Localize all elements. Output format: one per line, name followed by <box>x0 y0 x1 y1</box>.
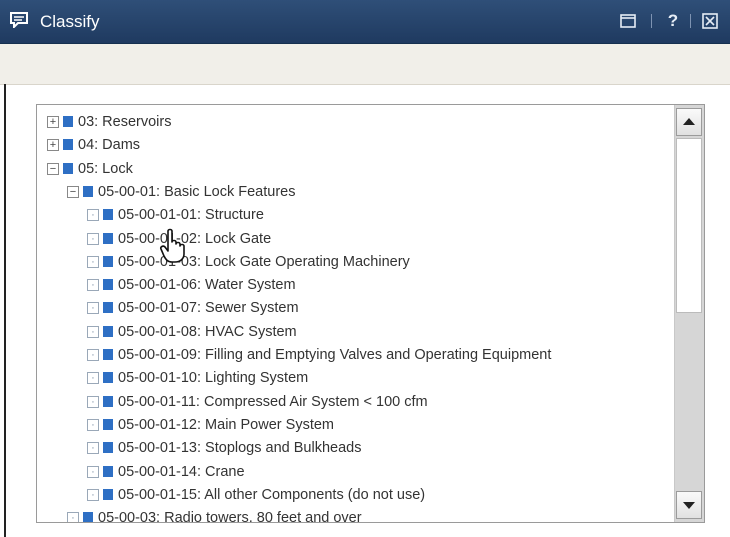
leaf-node-icon: · <box>87 442 99 455</box>
window-title: Classify <box>40 12 100 31</box>
node-type-icon <box>103 279 113 291</box>
tree-item-label[interactable]: 05-00-01-06: Water System <box>118 274 296 296</box>
window-titlebar: Classify ? <box>0 0 730 44</box>
scroll-thumb[interactable] <box>676 138 702 313</box>
tree-item-05-00-01-03[interactable]: · 05-00-01-03: Lock Gate Operating Machin… <box>37 251 674 273</box>
leaf-node-icon: · <box>87 279 99 292</box>
leaf-node-icon: · <box>87 302 99 315</box>
leaf-node-icon: · <box>67 512 79 522</box>
tree-item-05[interactable]: − 05: Lock <box>37 158 674 180</box>
tree-item-label[interactable]: 05-00-01-13: Stoplogs and Bulkheads <box>118 437 361 459</box>
tree-viewport: +03: Reservoirs +04: Dams −05: Lock −05-00-… <box>37 105 674 522</box>
tree-item-05-00-01-09[interactable]: · 05-00-01-09: Filling and Emptying Valve… <box>37 344 674 366</box>
toolbar <box>0 44 730 85</box>
close-icon[interactable] <box>700 10 720 32</box>
node-type-icon <box>103 325 113 337</box>
expand-icon[interactable]: + <box>47 116 59 128</box>
tree-item-label[interactable]: 05-00-01-07: Sewer System <box>118 297 299 319</box>
leaf-node-icon: · <box>87 232 99 245</box>
leaf-node-icon: · <box>87 209 99 222</box>
classification-tree: +03: Reservoirs +04: Dams −05: Lock −05-00-… <box>36 104 705 523</box>
tree-item-05-00-01-10[interactable]: · 05-00-01-10: Lighting System <box>37 367 674 389</box>
tree-item-05-00-01-12[interactable]: · 05-00-01-12: Main Power System <box>37 414 674 436</box>
tree-item-05-00-01-08[interactable]: · 05-00-01-08: HVAC System <box>37 321 674 343</box>
tree-item-04[interactable]: +04: Dams <box>37 134 674 156</box>
leaf-node-icon: · <box>87 465 99 478</box>
node-type-icon <box>103 209 113 221</box>
node-type-icon <box>103 395 113 407</box>
window-controls: ? <box>616 10 726 32</box>
tree-item-05-00-01-01[interactable]: · 05-00-01-01: Structure <box>37 204 674 226</box>
control-divider <box>690 14 691 28</box>
node-type-icon <box>103 488 113 500</box>
tree-item-05-00-01-13[interactable]: · 05-00-01-13: Stoplogs and Bulkheads <box>37 437 674 459</box>
node-type-icon <box>103 349 113 360</box>
node-type-icon <box>63 139 73 151</box>
tree-item-label[interactable]: 05-00-03: Radio towers, 80 feet and over <box>98 507 362 522</box>
chat-icon <box>10 12 28 28</box>
tree-item-05-00-01-14[interactable]: · 05-00-01-14: Crane <box>37 461 674 483</box>
tree-item-label[interactable]: 05-00-01-15: All other Components (do no… <box>118 484 425 506</box>
tree-item-label[interactable]: 05-00-01-09: Filling and Emptying Valves… <box>118 344 551 366</box>
node-type-icon <box>63 162 73 174</box>
tree-item-label[interactable]: 05-00-01-08: HVAC System <box>118 321 297 343</box>
node-type-icon <box>63 116 73 127</box>
tree-item-05-00-01[interactable]: − 05-00-01: Basic Lock Features <box>37 181 674 203</box>
help-icon[interactable]: ? <box>664 10 682 32</box>
node-type-icon <box>103 232 113 244</box>
scroll-up-button[interactable] <box>676 108 702 136</box>
tree-item-label[interactable]: 05-00-01: Basic Lock Features <box>98 181 295 203</box>
node-type-icon <box>103 255 113 267</box>
hand-cursor-icon <box>160 228 185 263</box>
tree-item-03[interactable]: +03: Reservoirs <box>37 111 674 133</box>
tree-item-label[interactable]: 05-00-01-11: Compressed Air System < 100… <box>118 391 428 413</box>
tree-item-label[interactable]: 05-00-01-14: Crane <box>118 461 245 483</box>
tree-item-05-00-01-02[interactable]: · 05-00-01-02: Lock Gate <box>37 228 674 250</box>
tree-item-label[interactable]: 03: Reservoirs <box>78 111 171 133</box>
restore-icon[interactable] <box>618 10 638 32</box>
tree-item-label[interactable]: 04: Dams <box>78 134 140 156</box>
scroll-down-button[interactable] <box>676 491 702 519</box>
control-divider <box>651 14 652 28</box>
tree-item-label[interactable]: 05-00-01-12: Main Power System <box>118 414 334 436</box>
node-type-icon <box>103 372 113 384</box>
leaf-node-icon: · <box>87 255 99 268</box>
vertical-scrollbar[interactable] <box>674 105 704 522</box>
leaf-node-icon: · <box>87 325 99 338</box>
tree-item-05-00-01-06[interactable]: · 05-00-01-06: Water System <box>37 274 674 296</box>
node-type-icon <box>83 185 93 197</box>
tree-item-label[interactable]: 05-00-01-02: Lock Gate <box>118 228 271 250</box>
collapse-icon[interactable]: − <box>67 185 79 198</box>
node-type-icon <box>103 442 113 454</box>
left-border <box>4 84 6 537</box>
leaf-node-icon: · <box>87 349 99 361</box>
tree-item-05-00-03[interactable]: · 05-00-03: Radio towers, 80 feet and ove… <box>37 507 674 522</box>
node-type-icon <box>103 418 113 430</box>
tree-item-05-00-01-15[interactable]: · 05-00-01-15: All other Components (do n… <box>37 484 674 506</box>
expand-icon[interactable]: + <box>47 139 59 152</box>
leaf-node-icon: · <box>87 488 99 501</box>
node-type-icon <box>83 512 93 522</box>
leaf-node-icon: · <box>87 418 99 431</box>
tree-item-label[interactable]: 05: Lock <box>78 158 133 180</box>
node-type-icon <box>103 465 113 477</box>
tree-item-05-00-01-11[interactable]: · 05-00-01-11: Compressed Air System < 10… <box>37 391 674 413</box>
tree-item-05-00-01-07[interactable]: · 05-00-01-07: Sewer System <box>37 297 674 319</box>
tree-item-label[interactable]: 05-00-01-10: Lighting System <box>118 367 308 389</box>
leaf-node-icon: · <box>87 395 99 408</box>
collapse-icon[interactable]: − <box>47 162 59 175</box>
leaf-node-icon: · <box>87 372 99 385</box>
node-type-icon <box>103 302 113 314</box>
tree-item-label[interactable]: 05-00-01-01: Structure <box>118 204 264 226</box>
